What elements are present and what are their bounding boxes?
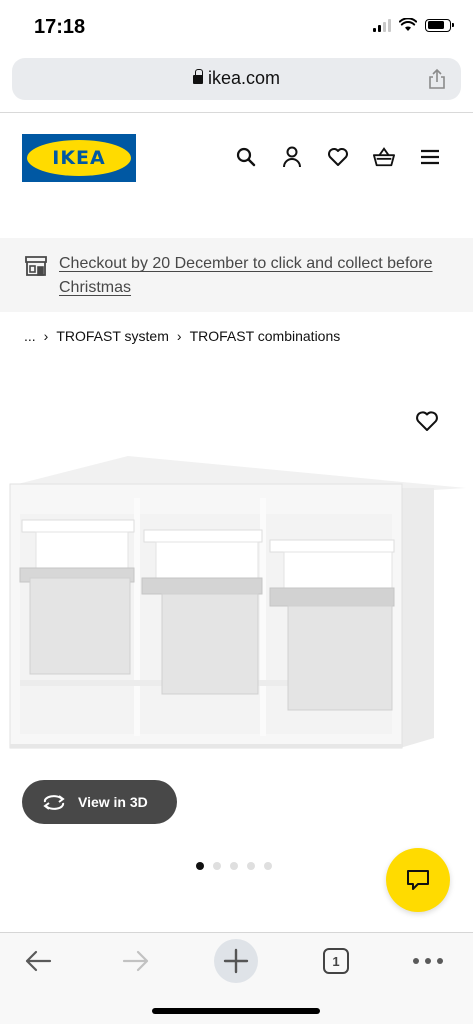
new-tab-button[interactable] (214, 939, 258, 983)
arrow-left-icon (25, 950, 52, 972)
wifi-icon (399, 18, 417, 31)
grey-storage-box (269, 587, 395, 711)
breadcrumb-ellipsis[interactable]: ... (24, 328, 36, 344)
banner-link[interactable]: Checkout by 20 December to click and col… (59, 252, 439, 300)
header-nav (235, 146, 441, 168)
ikea-logo[interactable]: IKEA (22, 134, 136, 182)
breadcrumb: ... › TROFAST system › TROFAST combinati… (24, 328, 340, 344)
lock-icon (192, 69, 203, 84)
chat-icon (407, 870, 429, 890)
tab-count: 1 (323, 948, 349, 974)
view-in-3d-label: View in 3D (78, 794, 148, 810)
chevron-right-icon: › (43, 328, 49, 344)
image-carousel-indicator (196, 862, 272, 870)
white-storage-box (269, 539, 395, 595)
view-in-3d-button[interactable]: View in 3D (22, 780, 177, 824)
store-icon (25, 256, 47, 276)
product-image[interactable] (6, 448, 466, 778)
promo-banner[interactable]: Checkout by 20 December to click and col… (0, 238, 473, 312)
status-bar: 17:18 (0, 0, 473, 56)
chevron-right-icon: › (176, 328, 182, 344)
add-to-favourites-icon[interactable] (415, 410, 439, 432)
plus-icon (223, 948, 249, 974)
status-icons (373, 18, 454, 32)
forward-button[interactable] (114, 945, 158, 977)
carousel-dot[interactable] (213, 862, 221, 870)
logo-text: IKEA (52, 147, 106, 169)
breadcrumb-item-trofast-system[interactable]: TROFAST system (56, 328, 169, 344)
rotate-3d-icon (43, 795, 65, 810)
carousel-dot[interactable] (264, 862, 272, 870)
white-storage-box (21, 519, 135, 571)
white-storage-box (143, 529, 263, 583)
grey-storage-box (19, 567, 135, 675)
share-icon[interactable] (427, 68, 447, 90)
chat-button[interactable] (386, 848, 450, 912)
basket-icon[interactable] (373, 146, 395, 168)
url-text: ikea.com (207, 68, 281, 88)
header-divider (0, 112, 473, 113)
status-time: 17:18 (34, 16, 86, 38)
search-icon[interactable] (235, 146, 257, 168)
back-button[interactable] (16, 945, 60, 977)
tabs-button[interactable]: 1 (314, 945, 358, 977)
url-display[interactable]: ikea.com (12, 68, 461, 89)
breadcrumb-item-trofast-combinations[interactable]: TROFAST combinations (190, 328, 341, 344)
menu-icon[interactable] (419, 146, 441, 168)
address-bar[interactable]: ikea.com (12, 58, 461, 100)
carousel-dot[interactable] (196, 862, 204, 870)
account-icon[interactable] (281, 146, 303, 168)
carousel-dot[interactable] (247, 862, 255, 870)
favourites-icon[interactable] (327, 146, 349, 168)
more-button[interactable] (406, 945, 450, 977)
battery-icon (425, 18, 454, 32)
carousel-dot[interactable] (230, 862, 238, 870)
more-dots-icon (413, 958, 443, 964)
home-indicator[interactable] (152, 1008, 320, 1014)
signal-icon (373, 18, 391, 32)
arrow-right-icon (122, 950, 149, 972)
